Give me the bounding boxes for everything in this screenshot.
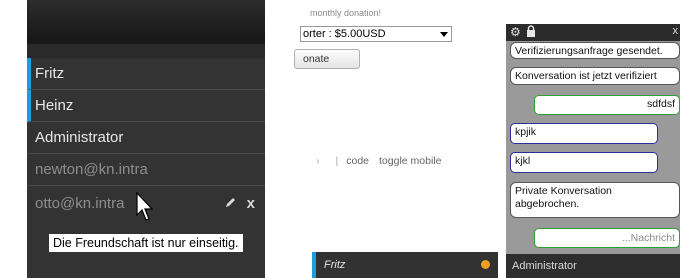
close-icon[interactable]: x xyxy=(673,25,679,37)
donation-text: monthly donation! xyxy=(310,8,382,18)
contact-name: otto@kn.intra xyxy=(35,195,125,212)
system-message: Konversation ist jetzt verifiziert xyxy=(510,67,680,85)
separator: › xyxy=(316,155,320,167)
separator: | xyxy=(335,155,339,167)
contact-list-spacer xyxy=(27,44,265,58)
chat-window: ⚙ x Verifizierungsanfrage gesendet. Konv… xyxy=(506,24,680,278)
mouse-cursor-icon xyxy=(136,191,156,227)
chat-window-header: ⚙ x xyxy=(506,24,680,41)
contact-name: Administrator xyxy=(35,129,124,146)
contact-name: Fritz xyxy=(35,65,65,82)
status-dot-icon xyxy=(481,260,490,269)
contact-actions: x xyxy=(220,188,255,220)
contact-item-newton[interactable]: newton@kn.intra xyxy=(27,154,265,186)
donate-button[interactable]: onate xyxy=(294,49,360,69)
gear-icon[interactable]: ⚙ xyxy=(510,25,521,39)
contact-item-heinz[interactable]: Heinz xyxy=(27,90,265,122)
peer-message: kjkl xyxy=(510,152,658,173)
contact-item-administrator[interactable]: Administrator xyxy=(27,122,265,154)
contact-name: newton@kn.intra xyxy=(35,161,148,178)
contact-name: Heinz xyxy=(35,97,74,114)
chat-message-input[interactable]: ...Nachricht xyxy=(534,228,680,248)
lock-icon[interactable] xyxy=(526,25,536,40)
donation-amount-select[interactable]: orter : $5.00USD xyxy=(300,26,452,42)
toggle-mobile-link[interactable]: toggle mobile xyxy=(379,155,441,167)
pencil-icon[interactable] xyxy=(225,195,241,212)
chat-window-footer[interactable]: Administrator xyxy=(506,254,680,278)
chat-contact-name: Administrator xyxy=(512,260,577,272)
system-message: Private Konversation abgebrochen. xyxy=(510,182,680,218)
system-message: Verifizierungsanfrage gesendet. xyxy=(510,42,680,59)
contact-list-header xyxy=(27,0,265,44)
code-link[interactable]: code xyxy=(346,155,369,167)
donation-area: monthly donation! orter : $5.00USD onate… xyxy=(294,0,500,278)
peer-message: kpjik xyxy=(510,123,658,144)
own-message: sdfdsf xyxy=(534,95,680,115)
tooltip: Die Freundschaft ist nur einseitig. xyxy=(48,233,244,253)
chevron-down-icon xyxy=(439,29,449,39)
chat-tab-fritz[interactable]: Fritz xyxy=(312,252,498,278)
chat-tab-label: Fritz xyxy=(324,259,346,271)
contact-item-fritz[interactable]: Fritz xyxy=(27,58,265,90)
footer-links: › | code toggle mobile xyxy=(308,155,451,167)
donation-select-value: orter : $5.00USD xyxy=(303,28,386,40)
close-icon[interactable]: x xyxy=(247,195,255,212)
